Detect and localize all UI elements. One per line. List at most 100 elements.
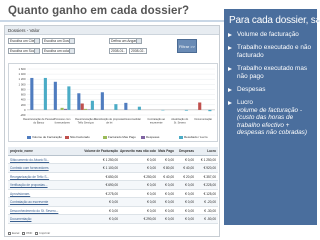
legend-swatch: [103, 135, 107, 139]
export-option[interactable]: Excel: [8, 231, 19, 235]
checkbox-icon[interactable]: [8, 231, 11, 235]
dossier-link[interactable]: Aprovisionam.: [10, 190, 80, 198]
table-row: Verificação de propostas... € 690,00 € 0,0…: [8, 181, 218, 190]
x-tick-label: Sr. Severo: [174, 120, 187, 124]
y-tick-label: 800: [21, 87, 26, 91]
socio-select[interactable]: Escolha um Sócio: [8, 48, 40, 54]
date-from-input[interactable]: 2008-01-01: [109, 48, 127, 54]
bar: [84, 108, 88, 110]
legend-item: Não Facturado: [65, 135, 90, 139]
table-cell: € -30,00: [204, 208, 216, 213]
bar: [208, 109, 212, 112]
dossier-select[interactable]: Escolha um Dossier: [42, 38, 75, 44]
dossier-link[interactable]: Reorganização de Teflo S...: [10, 173, 80, 181]
panel-title: Dossiers - Valor: [5, 26, 219, 35]
legend-swatch: [27, 135, 31, 139]
feature-subtext: volume de facturação - (custo das horas …: [237, 106, 307, 137]
x-tick-label: Desconsolidar: [125, 117, 142, 121]
table-cell: € 225,00: [203, 183, 216, 187]
colaborador-select[interactable]: Escolha um colaborador: [42, 48, 75, 54]
dossier-link[interactable]: Documentação: [10, 215, 80, 223]
column-header[interactable]: projecto_nome: [10, 147, 80, 155]
legend-item: Despesas: [141, 135, 159, 139]
table-cell: € 40,00: [163, 174, 174, 179]
table-cell: € 125,00: [203, 191, 216, 196]
legend-label: Resultado / Lucro: [184, 135, 208, 139]
bar: [161, 109, 165, 111]
dossier-link[interactable]: Contrato com fornecedores: [10, 164, 80, 172]
table-cell: € 0,00: [109, 217, 118, 221]
y-tick-label: 1 200: [19, 77, 26, 81]
feature-item: Lucro volume de facturação - (custo das h…: [228, 99, 313, 136]
export-label: PDF: [26, 231, 33, 235]
bar: [137, 106, 141, 110]
arrow-icon: [228, 46, 232, 51]
export-option[interactable]: PDF: [22, 231, 32, 235]
table-cell: € 0,00: [185, 157, 194, 162]
slide-title: Quanto ganho em cada dossier?: [8, 5, 190, 17]
dossier-link[interactable]: Verificação de propostas...: [10, 181, 80, 189]
table-cell: € -50,00: [204, 217, 216, 221]
feature-text: Volume de facturação: [237, 31, 299, 38]
y-tick-label: 200: [21, 103, 26, 107]
y-tick-label: 0: [24, 108, 26, 112]
bar: [60, 107, 64, 110]
table-cell: € 0,00: [147, 157, 156, 162]
column-header[interactable]: Aproveito mas não cobrado: [120, 147, 156, 155]
checkbox-icon[interactable]: [22, 231, 26, 235]
feature-item: Volume de facturação: [228, 31, 313, 38]
dossier-link[interactable]: Sitiocumento do Alvará St...: [10, 156, 80, 164]
bar: [87, 109, 91, 110]
table-row: Contrato com fornecedores € 1 100,00 € 0,0…: [8, 164, 218, 173]
column-header[interactable]: Volume de Facturação: [82, 147, 118, 155]
table-cell: € 0,00: [165, 217, 174, 221]
bar: [114, 104, 118, 110]
table-cell: € 0,00: [185, 217, 194, 221]
app-screenshot: Dossiers - Valor Escolha um Cliente Esco…: [4, 25, 220, 237]
table-cell: € 1 100,00: [102, 166, 118, 170]
legend-swatch: [141, 135, 145, 139]
dossier-link[interactable]: Desconhecimento do St. Severo...: [10, 207, 80, 215]
table-row: Aprovisionam. € 275,00 € 0,00 € 0,00 € 0,00 €…: [8, 190, 218, 198]
checkbox-icon[interactable]: [35, 231, 39, 235]
export-option[interactable]: Imprimir: [35, 231, 50, 235]
table-cell: € 290,00: [143, 217, 156, 221]
table-footer: Excel PDF Imprimir: [8, 231, 53, 235]
legend-item: Resultado / Lucro: [179, 135, 208, 139]
x-tick-label: Teflo Serviços: [78, 120, 95, 124]
table-cell: € 0,00: [185, 200, 194, 204]
table-row: Sitiocumento do Alvará St... € 1 250,00 € …: [8, 156, 218, 164]
angariador-select[interactable]: Defina um Angariador: [109, 38, 142, 44]
table-cell: € 0,00: [165, 191, 174, 196]
column-header[interactable]: Lucro: [196, 147, 216, 155]
bar: [53, 81, 57, 110]
table-cell: € 80,00: [163, 166, 174, 170]
filter-button[interactable]: Filtrar >>: [177, 39, 197, 53]
legend-label: Não Facturado: [70, 135, 90, 139]
column-header[interactable]: Mais Pago: [158, 147, 174, 155]
features-list: Volume de facturação Trabalho executado e…: [228, 31, 313, 136]
x-tick-label: Reestruturação de Pessoal: [23, 117, 55, 121]
y-tick-label: 1 000: [19, 82, 26, 86]
table-cell: € -20,00: [204, 200, 216, 204]
table-cell: € 0,00: [147, 191, 156, 196]
dossier-link[interactable]: Contratação ao escrevente: [10, 198, 80, 206]
table-cell: € 920,00: [203, 166, 216, 170]
bar: [30, 77, 34, 110]
legend-label: Facturado Mas Pago: [108, 135, 136, 139]
table-row: Documentação € 0,00 € 290,00 € 0,00 € 0,00 € …: [8, 215, 218, 224]
table-cell: € 0,00: [165, 200, 174, 204]
legend-item: Volume de Facturação: [27, 135, 62, 139]
feature-item: Despesas: [228, 86, 313, 93]
legend-item: Facturado Mas Pago: [103, 135, 136, 139]
features-callout: Para cada dossier, saiba: Volume de fact…: [224, 9, 320, 225]
date-to-input[interactable]: 2008-02-01: [129, 48, 147, 54]
client-select[interactable]: Escolha um Cliente: [8, 38, 40, 44]
bar-chart: 1 6001 4001 2001 000800 6004002000-200Ree…: [19, 67, 215, 124]
column-header[interactable]: Despesas: [176, 147, 194, 155]
x-tick-label: Contratação ao: [147, 117, 165, 121]
arrow-icon: [228, 33, 232, 37]
legend-label: Despesas: [146, 135, 160, 139]
arrow-icon: [228, 88, 232, 93]
table-cell: € 0,00: [165, 157, 174, 162]
